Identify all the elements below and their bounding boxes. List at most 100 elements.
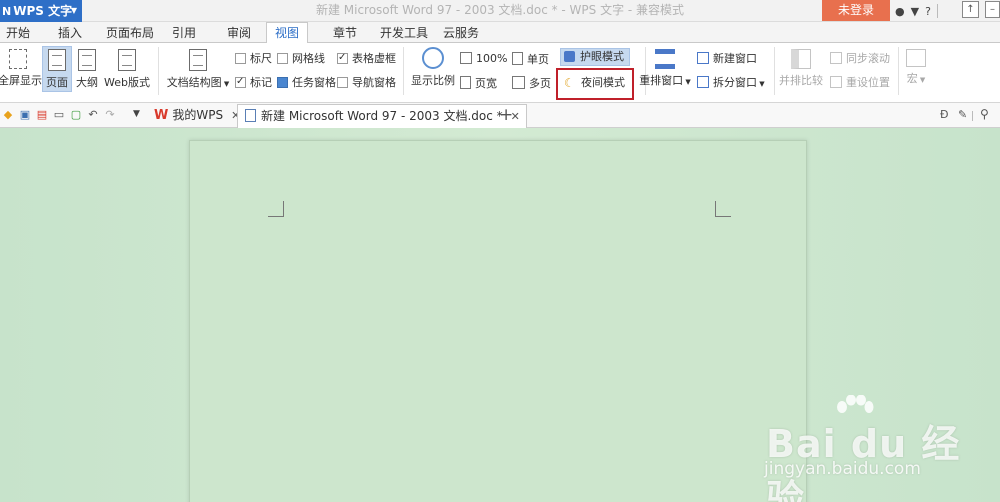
macro-button[interactable]: 宏 ▼ <box>902 49 930 86</box>
checkbox-box[interactable] <box>277 53 288 64</box>
split-window-icon <box>697 76 709 88</box>
app-name: WPS 文字 <box>13 4 73 18</box>
web-view-button[interactable]: Web版式 <box>102 49 152 90</box>
checkbox-box[interactable] <box>337 77 348 88</box>
doc-structure-icon <box>189 49 207 71</box>
tab-review[interactable]: 审阅 <box>227 25 251 41</box>
ribbon-tab-row: 开始 插入 页面布局 引用 审阅 视图 章节 开发工具 云服务 <box>0 22 1000 44</box>
magnifier-icon <box>422 47 444 69</box>
eye-mode-button[interactable]: 护眼模式 <box>564 50 624 64</box>
tab-document[interactable]: 新建 Microsoft Word 97 - 2003 文档.doc * ✕ <box>237 104 527 128</box>
quick-access-bar: ◆ ▣ ▤ ▭ ▢ ↶ ↷ ▼ W 我的WPS ✕ 新建 Microsoft Wor… <box>0 103 1000 128</box>
divider <box>403 47 404 95</box>
add-tab-button[interactable]: + <box>499 105 513 125</box>
ruler-checkbox[interactable]: 标尺 <box>235 52 272 66</box>
tab-page-layout[interactable]: 页面布局 <box>106 25 154 41</box>
side-by-side-button[interactable]: 并排比较 <box>778 49 824 88</box>
title-toolbar: ● ▼ ? <box>895 0 938 22</box>
multi-page-icon <box>512 76 525 89</box>
night-mode-highlight <box>556 68 634 100</box>
marks-checkbox[interactable]: 标记 <box>235 75 272 90</box>
tab-my-wps[interactable]: W 我的WPS ✕ <box>150 104 244 128</box>
login-button[interactable]: 未登录 <box>822 0 890 21</box>
task-pane-checkbox[interactable]: 任务窗格 <box>277 76 336 90</box>
tools-icon[interactable]: ✎ <box>958 108 967 121</box>
page-width-icon <box>460 76 471 89</box>
open-icon[interactable]: ◆ <box>2 108 14 121</box>
print-icon[interactable]: ▭ <box>53 108 65 121</box>
tab-references[interactable]: 引用 <box>172 25 196 41</box>
sync-scroll-icon <box>830 52 842 64</box>
fullscreen-button[interactable]: 全屏显示 <box>0 49 42 88</box>
chevron-down-icon[interactable]: ▼ <box>133 109 140 119</box>
divider <box>158 47 159 95</box>
rearrange-window-button[interactable]: 重排窗口 ▼ <box>639 49 691 88</box>
chevron-down-icon: ▼ <box>70 6 77 15</box>
checkbox-box[interactable] <box>235 53 246 64</box>
wps-logo-icon: W <box>154 108 169 123</box>
reset-position-icon <box>830 76 842 88</box>
checkbox-checked[interactable] <box>277 77 288 88</box>
nav-pane-checkbox[interactable]: 导航窗格 <box>337 76 396 90</box>
tab-view[interactable]: 视图 <box>266 22 309 44</box>
minimize-icon[interactable]: – <box>985 1 1000 18</box>
new-window-button[interactable]: 新建窗口 <box>697 52 757 66</box>
web-layout-icon <box>118 49 136 71</box>
skin-icon[interactable]: ▼ <box>911 5 919 18</box>
redo-icon[interactable]: ↷ <box>104 108 116 121</box>
feedback-icon[interactable]: ● <box>895 5 905 18</box>
ribbon-view: 全屏显示 页面 大纲 Web版式 文档结构图 ▼ 标尺 网格线 表格虚框 标记 … <box>0 43 1000 103</box>
checkbox-checked[interactable] <box>337 51 348 65</box>
preview-icon[interactable]: ▢ <box>70 108 82 121</box>
tab-sections[interactable]: 章节 <box>333 25 357 41</box>
divider <box>774 47 775 95</box>
margin-mark-top-right <box>715 201 731 217</box>
quick-access-icons: ◆ ▣ ▤ ▭ ▢ ↶ ↷ <box>2 108 116 121</box>
fullscreen-icon <box>9 49 27 69</box>
baidu-watermark: Bai du 经验 jingyan.baidu.com <box>758 395 998 502</box>
app-menu-button[interactable]: N WPS 文字 ▼ <box>0 0 82 22</box>
single-page-icon <box>512 52 523 65</box>
format-icon[interactable]: Ð <box>940 108 949 121</box>
pdf-icon[interactable]: ▤ <box>36 108 48 121</box>
sync-scroll-button[interactable]: 同步滚动 <box>830 52 890 66</box>
macro-icon <box>906 49 926 67</box>
tab-insert[interactable]: 插入 <box>58 25 82 41</box>
table-borders-checkbox[interactable]: 表格虚框 <box>337 51 396 66</box>
help-button[interactable]: ? <box>925 5 931 18</box>
zoom-100-icon <box>460 52 472 64</box>
checkbox-checked[interactable] <box>235 75 246 89</box>
watermark-brand: Bai du 经验 <box>766 422 961 502</box>
doc-file-icon <box>245 109 256 122</box>
doc-structure-button[interactable]: 文档结构图 ▼ <box>165 49 231 90</box>
side-by-side-icon <box>791 49 811 69</box>
zoom-100-button[interactable]: 100% <box>460 52 507 66</box>
undo-icon[interactable]: ↶ <box>87 108 99 121</box>
divider <box>898 47 899 95</box>
page-icon <box>48 49 66 71</box>
rearrange-icon <box>655 49 675 69</box>
page-width-button[interactable]: 页宽 <box>460 76 497 91</box>
outline-view-button[interactable]: 大纲 <box>73 49 101 90</box>
divider <box>936 4 938 18</box>
search-icon[interactable]: ⚲ <box>980 107 989 121</box>
margin-mark-top-left <box>268 201 284 217</box>
document-page[interactable] <box>189 140 807 502</box>
multi-page-button[interactable]: 多页 <box>512 76 551 91</box>
outline-icon <box>78 49 96 71</box>
restore-icon[interactable]: ↑ <box>962 1 979 18</box>
gridlines-checkbox[interactable]: 网格线 <box>277 52 325 66</box>
reset-position-button[interactable]: 重设位置 <box>830 76 890 90</box>
new-window-icon <box>697 52 709 64</box>
zoom-button[interactable]: 显示比例 <box>410 47 456 88</box>
tab-cloud[interactable]: 云服务 <box>443 25 479 41</box>
title-bar: 新建 Microsoft Word 97 - 2003 文档.doc * - W… <box>0 0 1000 22</box>
tab-home[interactable]: 开始 <box>6 25 30 41</box>
divider <box>972 111 973 121</box>
watermark-url: jingyan.baidu.com <box>764 459 921 479</box>
save-icon[interactable]: ▣ <box>19 108 31 121</box>
single-page-button[interactable]: 单页 <box>512 52 549 67</box>
tab-developer[interactable]: 开发工具 <box>380 25 428 41</box>
split-window-button[interactable]: 拆分窗口 ▼ <box>697 76 765 91</box>
page-view-button[interactable]: 页面 <box>42 49 72 90</box>
